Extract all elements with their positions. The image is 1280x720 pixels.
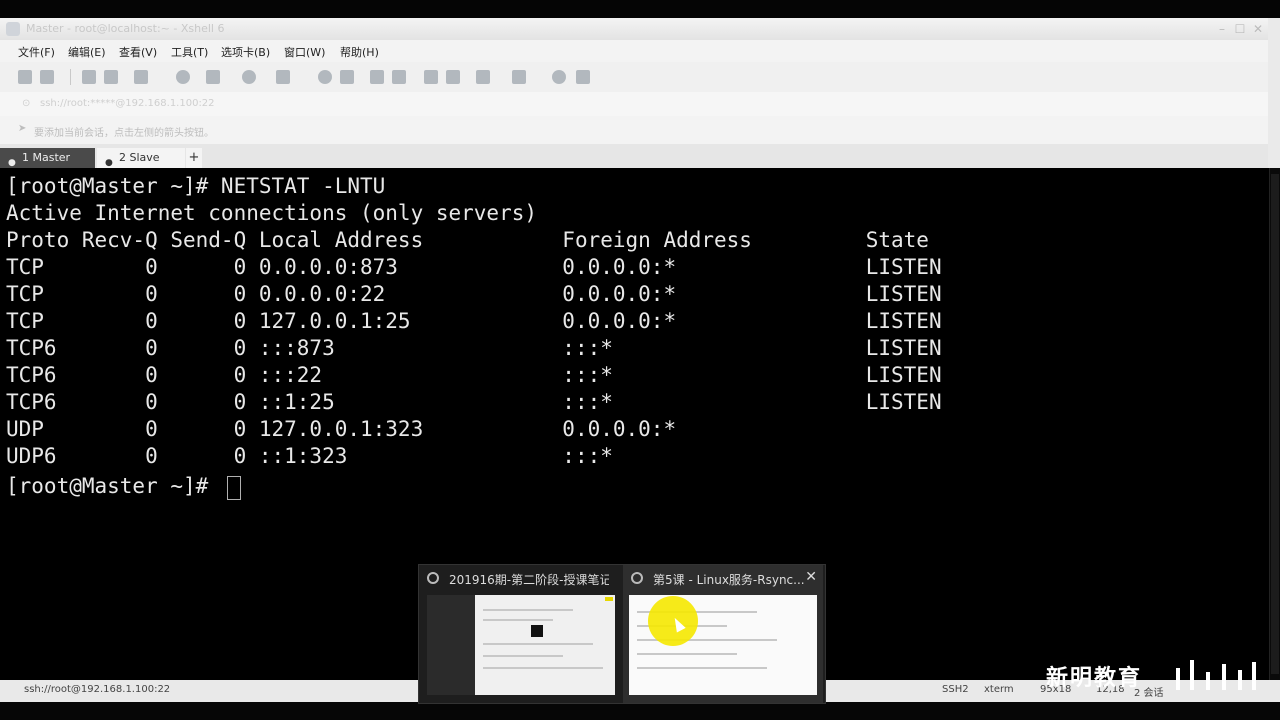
bottom-video-strip: [0, 702, 1280, 720]
menu-tools[interactable]: 工具(T): [171, 44, 208, 60]
properties-icon[interactable]: [134, 70, 148, 84]
preview-text: [637, 667, 767, 669]
menu-bar: 文件(F) 编辑(E) 查看(V) 工具(T) 选项卡(B) 窗口(W) 帮助(…: [0, 40, 1280, 62]
terminal-line: TCP 0 0 0.0.0.0:873 0.0.0.0:* LISTEN: [6, 255, 942, 279]
minimize-icon[interactable]: –: [1214, 21, 1230, 37]
fullscreen-icon[interactable]: [370, 70, 384, 84]
script-icon[interactable]: [340, 70, 354, 84]
open-folder-icon[interactable]: [40, 70, 54, 84]
terminal-cursor: [227, 476, 241, 500]
info-bar: ➤ 要添加当前会话，点击左侧的箭头按钮。: [0, 116, 1280, 144]
info-text: 要添加当前会话，点击左侧的箭头按钮。: [34, 128, 214, 139]
terminal-line: UDP6 0 0 ::1:323 :::*: [6, 444, 613, 468]
xshell-app-icon: [6, 22, 20, 36]
tab-slave[interactable]: ● 2 Slave: [97, 148, 185, 168]
terminal-line: TCP6 0 0 :::873 :::* LISTEN: [6, 336, 942, 360]
scrollbar-thumb[interactable]: [1271, 174, 1279, 674]
tab-label: 1 Master: [22, 151, 71, 164]
terminal-line: TCP6 0 0 ::1:25 :::* LISTEN: [6, 390, 942, 414]
preview-image: [531, 625, 543, 637]
toolbar-divider: [70, 69, 71, 85]
preview-sidebar: [427, 595, 475, 695]
terminal-scrollbar[interactable]: [1269, 168, 1280, 680]
close-icon[interactable]: ✕: [1250, 21, 1266, 37]
terminal-line: [root@Master ~]# NETSTAT -LNTU: [6, 174, 386, 198]
app-icon: [631, 572, 643, 584]
app-icon: [427, 572, 439, 584]
top-video-strip: [0, 0, 1280, 18]
tab-master[interactable]: ● 1 Master: [0, 148, 95, 168]
tile-icon[interactable]: [476, 70, 490, 84]
color-scheme-icon[interactable]: [242, 70, 256, 84]
preview-text: [483, 619, 553, 621]
toolbar: [0, 62, 1280, 92]
terminal-line: TCP6 0 0 :::22 :::* LISTEN: [6, 363, 942, 387]
menu-edit[interactable]: 编辑(E): [68, 44, 106, 60]
close-preview-icon[interactable]: ✕: [805, 569, 817, 585]
preview-title: 201916期-第二阶段-授课笔记 ...: [449, 573, 609, 587]
address-text[interactable]: ssh://root:*****@192.168.1.100:22: [40, 98, 215, 109]
print-icon[interactable]: [206, 70, 220, 84]
terminal-line: TCP 0 0 127.0.0.1:25 0.0.0.0:* LISTEN: [6, 309, 942, 333]
terminal-prompt: [root@Master ~]#: [6, 474, 221, 498]
status-term: xterm: [984, 684, 1014, 695]
taskbar-preview-popup: 201916期-第二阶段-授课笔记 ... 第5课 - Linux服务-Rsyn…: [418, 564, 826, 704]
menu-help[interactable]: 帮助(H): [340, 44, 379, 60]
search-icon[interactable]: [176, 70, 190, 84]
preview-text: [483, 667, 603, 669]
preview-text: [483, 609, 573, 611]
menu-view[interactable]: 查看(V): [119, 44, 157, 60]
preview-thumbnail[interactable]: [427, 595, 615, 695]
session-tabs: ● 1 Master ● 2 Slave +: [0, 144, 1280, 169]
status-protocol: SSH2: [942, 684, 969, 695]
help-icon[interactable]: [552, 70, 566, 84]
menu-tab[interactable]: 选项卡(B): [221, 44, 270, 60]
terminal-line: UDP 0 0 127.0.0.1:323 0.0.0.0:*: [6, 417, 677, 441]
address-bar[interactable]: ⊙ ssh://root:*****@192.168.1.100:22: [0, 92, 1280, 116]
maximize-icon[interactable]: ☐: [1232, 21, 1248, 37]
terminal-line: TCP 0 0 0.0.0.0:22 0.0.0.0:* LISTEN: [6, 282, 942, 306]
preview-mark: [605, 597, 613, 601]
watermark-logo-bars: [1172, 654, 1272, 690]
preview-text: [483, 655, 563, 657]
new-session-icon[interactable]: [18, 70, 32, 84]
xftp-icon[interactable]: [318, 70, 332, 84]
window-titlebar: Master - root@localhost:~ - Xshell 6 – ☐…: [0, 18, 1280, 40]
copy-icon[interactable]: [82, 70, 96, 84]
watermark-logo: 新明教育: [1046, 666, 1143, 691]
layout-icon[interactable]: [512, 70, 526, 84]
font-icon[interactable]: [276, 70, 290, 84]
terminal-line: Proto Recv-Q Send-Q Local Address Foreig…: [6, 228, 929, 252]
menu-window[interactable]: 窗口(W): [284, 44, 325, 60]
preview-text: [637, 653, 737, 655]
window-side-scrollbar[interactable]: [1268, 18, 1280, 168]
paste-icon[interactable]: [104, 70, 118, 84]
chat-icon[interactable]: [576, 70, 590, 84]
add-tab-button[interactable]: +: [186, 148, 202, 168]
bookmark-icon[interactable]: ⊙: [22, 98, 30, 109]
status-connection: ssh://root@192.168.1.100:22: [24, 684, 171, 695]
taskbar-preview-notes[interactable]: 201916期-第二阶段-授课笔记 ...: [419, 565, 619, 703]
lock-icon[interactable]: [392, 70, 406, 84]
keyboard-icon[interactable]: [424, 70, 438, 84]
preview-title: 第5课 - Linux服务-Rsync...: [653, 573, 805, 587]
window-title: Master - root@localhost:~ - Xshell 6: [26, 22, 225, 35]
preview-text: [483, 643, 593, 645]
menu-file[interactable]: 文件(F): [18, 44, 55, 60]
compose-icon[interactable]: [446, 70, 460, 84]
tab-label: 2 Slave: [119, 151, 160, 164]
arrow-icon[interactable]: ➤: [18, 123, 26, 134]
terminal-line: Active Internet connections (only server…: [6, 201, 538, 225]
